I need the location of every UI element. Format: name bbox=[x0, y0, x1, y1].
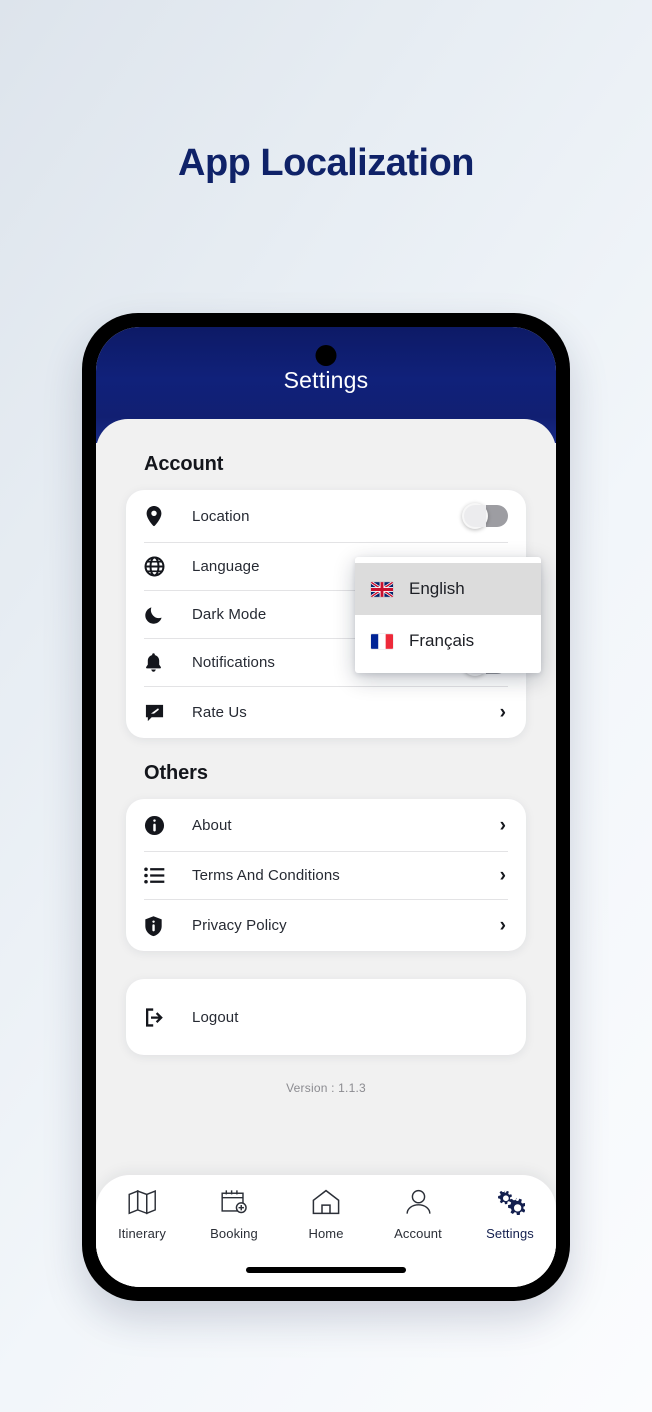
version-text: Version : 1.1.3 bbox=[286, 1081, 366, 1095]
language-dropdown-menu[interactable]: English Français bbox=[355, 557, 541, 673]
nav-item-label: Itinerary bbox=[118, 1226, 166, 1241]
person-icon bbox=[405, 1189, 432, 1220]
bell-icon bbox=[144, 652, 182, 673]
toggle-knob bbox=[462, 503, 488, 529]
nav-item-label: Settings bbox=[486, 1226, 534, 1241]
info-circle-icon bbox=[144, 815, 182, 836]
map-icon bbox=[127, 1189, 157, 1220]
logout-label: Logout bbox=[192, 1008, 239, 1026]
app-header-title: Settings bbox=[283, 367, 369, 393]
nav-item-settings[interactable]: Settings bbox=[464, 1189, 556, 1241]
chevron-right-icon: › bbox=[499, 702, 506, 723]
calendar-add-icon bbox=[220, 1189, 248, 1220]
settings-row-label: Terms And Conditions bbox=[192, 867, 340, 884]
rate-chat-icon bbox=[144, 703, 182, 723]
section-title-others: Others bbox=[144, 762, 208, 784]
globe-icon bbox=[144, 556, 182, 577]
settings-row-label: Location bbox=[192, 507, 250, 525]
location-toggle[interactable] bbox=[462, 503, 508, 529]
home-indicator bbox=[246, 1267, 406, 1273]
settings-row-location[interactable]: Location bbox=[144, 490, 508, 542]
settings-row-terms[interactable]: Terms And Conditions › bbox=[144, 851, 508, 899]
settings-row-about[interactable]: About › bbox=[144, 799, 508, 851]
nav-item-label: Booking bbox=[210, 1226, 258, 1241]
camera-punch-hole-icon bbox=[315, 345, 337, 366]
nav-item-label: Account bbox=[394, 1226, 442, 1241]
language-option-label: Français bbox=[409, 631, 475, 650]
nav-item-booking[interactable]: Booking bbox=[188, 1189, 280, 1241]
nav-item-itinerary[interactable]: Itinerary bbox=[96, 1189, 188, 1241]
list-icon bbox=[144, 867, 182, 884]
status-bar bbox=[96, 327, 556, 339]
nav-item-home[interactable]: Home bbox=[280, 1189, 372, 1241]
chevron-right-icon: › bbox=[499, 915, 506, 936]
others-card: About › Terms And Conditions › Privacy P… bbox=[126, 799, 526, 951]
logout-arrow-icon bbox=[144, 1007, 182, 1028]
settings-row-label: Privacy Policy bbox=[192, 917, 287, 934]
chevron-right-icon: › bbox=[499, 814, 506, 836]
language-option-english[interactable]: English bbox=[355, 563, 541, 615]
moon-icon bbox=[144, 605, 182, 625]
uk-flag-icon bbox=[371, 581, 393, 597]
home-icon bbox=[312, 1189, 340, 1220]
nav-item-account[interactable]: Account bbox=[372, 1189, 464, 1241]
nav-item-label: Home bbox=[308, 1226, 344, 1241]
settings-row-label: About bbox=[192, 816, 232, 834]
section-title-account: Account bbox=[144, 453, 224, 475]
logout-button[interactable]: Logout bbox=[126, 979, 526, 1055]
phone-screen: Settings Account Location Language Dark … bbox=[96, 327, 556, 1287]
settings-row-label: Rate Us bbox=[192, 704, 247, 721]
phone-mockup: Settings Account Location Language Dark … bbox=[82, 313, 570, 1301]
settings-row-privacy[interactable]: Privacy Policy › bbox=[144, 899, 508, 951]
page-title: App Localization bbox=[178, 142, 475, 184]
settings-row-rate-us[interactable]: Rate Us › bbox=[144, 686, 508, 738]
location-pin-icon bbox=[144, 505, 182, 527]
settings-content: Account Location Language Dark Mode Noti… bbox=[96, 419, 556, 1287]
france-flag-icon bbox=[371, 633, 393, 649]
shield-info-icon bbox=[144, 915, 182, 937]
language-option-francais[interactable]: Français bbox=[355, 615, 541, 667]
chevron-right-icon: › bbox=[499, 865, 506, 886]
gears-icon bbox=[496, 1189, 526, 1220]
language-option-label: English bbox=[409, 579, 465, 598]
